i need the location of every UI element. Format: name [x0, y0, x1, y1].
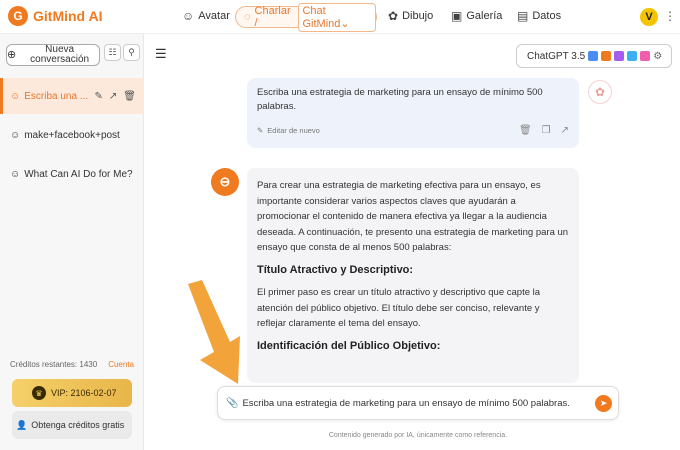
model-selector[interactable]: ChatGPT 3.5 ⚙ — [516, 44, 672, 68]
user-avatar[interactable]: V — [640, 8, 658, 26]
section-heading: Identificación del Público Objetivo: — [257, 339, 441, 352]
edit-pencil-icon: ✎ — [257, 126, 264, 135]
search-icon: ⚲ — [128, 47, 135, 57]
nav-data-label: Datos — [532, 10, 562, 22]
arrow-shape — [188, 280, 240, 384]
crown-icon: ♛ — [32, 386, 46, 400]
edit-again-button[interactable]: Editar de nuevo — [267, 124, 320, 138]
conversation-item[interactable]: ☺ What Can AI Do for Me? — [0, 156, 144, 192]
nav-gallery[interactable]: ▣ Galería — [451, 9, 502, 23]
palette-icon: ✿ — [388, 9, 399, 23]
send-icon: ➤ — [599, 398, 608, 408]
list-icon: ☷ — [108, 47, 117, 57]
model-icon[interactable] — [640, 51, 651, 61]
model-icon[interactable] — [627, 51, 638, 61]
attachment-icon[interactable]: 📎 — [226, 398, 238, 409]
app-logo[interactable]: G GitMind AI — [8, 6, 102, 26]
search-button[interactable]: ⚲ — [123, 44, 140, 61]
copy-icon[interactable]: ❐ — [542, 124, 551, 138]
chat-bubble-icon: ☺ — [10, 90, 21, 102]
message-input-text[interactable]: Escriba una estrategia de marketing para… — [242, 398, 569, 409]
model-icon[interactable] — [588, 51, 599, 61]
conversation-title: make+facebook+post — [24, 129, 120, 141]
avatar-icon: ☺ — [182, 9, 195, 23]
user-message-text: Escriba una estrategia de marketing para… — [257, 87, 543, 112]
new-conversation-button[interactable]: ⊕ Nueva conversación — [6, 44, 100, 66]
free-credits-label: Obtenga créditos gratis — [31, 420, 125, 430]
share-icon[interactable]: ↗ — [561, 124, 569, 138]
share-icon[interactable]: ↗ — [109, 91, 117, 102]
section-heading: Título Atractivo y Descriptivo: — [257, 263, 414, 276]
edit-icon[interactable]: ✎ — [95, 91, 103, 102]
gitmind-bot-avatar: ⊖ — [211, 168, 239, 196]
nav-avatar[interactable]: ☺ Avatar — [182, 9, 230, 23]
nav-gallery-label: Galería — [466, 10, 503, 22]
paragraph: Para crear una estrategia de marketing e… — [257, 180, 569, 253]
conversation-title: What Can AI Do for Me? — [24, 168, 133, 180]
collapse-sidebar-icon[interactable]: ☰ — [155, 46, 167, 62]
chat-bubble-icon: ☺ — [10, 168, 21, 180]
settings-gear-icon[interactable]: ⚙ — [653, 51, 662, 62]
credits-remaining: Créditos restantes: 1430 — [10, 360, 98, 369]
person-icon: 👤 — [16, 419, 28, 430]
chat-icon: ◌ — [244, 11, 251, 23]
nav-drawing[interactable]: ✿ Dibujo — [388, 9, 433, 23]
send-button[interactable]: ➤ — [595, 395, 612, 412]
conversation-item[interactable]: ☺ make+facebook+post — [0, 117, 144, 153]
chat-mode-dropdown[interactable]: Chat GitMind⌄ — [298, 2, 376, 32]
sidebar: ⊕ Nueva conversación ☷ ⚲ ☺ Escriba una .… — [0, 34, 144, 450]
conversation-title: Escriba una ... — [24, 90, 89, 102]
vip-badge[interactable]: ♛ VIP: 2106-02-07 — [12, 379, 132, 407]
image-icon: ▣ — [451, 9, 463, 23]
free-credits-button[interactable]: 👤 Obtenga créditos gratis — [12, 411, 132, 439]
conversation-item[interactable]: ☺ Escriba una ... ✎ ↗ 🗑 — [0, 78, 144, 114]
nav-avatar-label: Avatar — [198, 10, 230, 22]
database-icon: ▤ — [517, 9, 529, 23]
trash-icon[interactable]: 🗑 — [519, 124, 532, 138]
nav-data[interactable]: ▤ Datos — [517, 9, 561, 23]
top-navigation-bar: G GitMind AI ☺ Avatar ◌ Charlar / Chat G… — [0, 0, 680, 34]
annotation-arrow-icon — [188, 280, 240, 384]
new-conversation-label: Nueva conversación — [30, 44, 90, 65]
app-name: GitMind AI — [33, 8, 103, 24]
message-input[interactable]: 📎 Escriba una estrategia de marketing pa… — [217, 386, 619, 420]
model-icon[interactable] — [614, 51, 625, 61]
nav-chat[interactable]: ◌ Charlar / Chat GitMind⌄ — [235, 2, 377, 32]
vip-label: VIP: 2106-02-07 — [51, 388, 117, 398]
gitmind-logo-icon: G — [8, 6, 28, 26]
more-menu-icon[interactable]: ⋮ — [664, 9, 676, 23]
assistant-message: Para crear una estrategia de marketing e… — [247, 168, 579, 383]
list-view-button[interactable]: ☷ — [104, 44, 121, 61]
model-icon[interactable] — [601, 51, 612, 61]
nav-drawing-label: Dibujo — [402, 10, 434, 22]
nav-chat-label: Charlar / — [254, 5, 291, 29]
credits-row: Créditos restantes: 1430 Cuenta — [10, 360, 134, 369]
trash-icon[interactable]: 🗑 — [123, 91, 136, 102]
model-name: ChatGPT 3.5 — [527, 50, 586, 62]
account-link[interactable]: Cuenta — [108, 360, 134, 369]
chevron-down-icon: ⌄ — [340, 17, 350, 30]
user-avatar-icon: ✿ — [588, 80, 612, 104]
user-message: Escriba una estrategia de marketing para… — [247, 78, 579, 148]
plus-icon: ⊕ — [7, 49, 17, 61]
chat-mode-label: Chat GitMind — [302, 4, 341, 30]
chat-bubble-icon: ☺ — [10, 129, 21, 141]
ai-disclaimer: Contenido generado por IA, únicamente co… — [328, 432, 508, 439]
paragraph: El primer paso es crear un título atract… — [257, 287, 541, 329]
